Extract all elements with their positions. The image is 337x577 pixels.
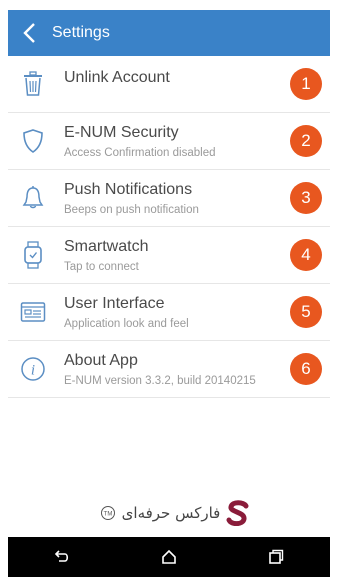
settings-item-push-notifications[interactable]: Push Notifications Beeps on push notific…	[8, 170, 330, 227]
settings-item-about-app[interactable]: i About App E-NUM version 3.3.2, build 2…	[8, 341, 330, 398]
brand-s-icon	[226, 500, 249, 526]
number-badge: 2	[290, 125, 322, 157]
chevron-left-icon	[23, 23, 35, 43]
back-icon	[54, 550, 68, 562]
trademark-icon: TM	[100, 506, 115, 520]
settings-item-user-interface[interactable]: User Interface Application look and feel…	[8, 284, 330, 341]
svg-text:TM: TM	[103, 512, 112, 518]
settings-item-subtitle: Access Confirmation disabled	[64, 146, 216, 159]
watermark-logo: TM فارکس حرفه‌ای	[90, 498, 260, 528]
settings-item-subtitle: Application look and feel	[64, 317, 189, 330]
home-icon	[162, 549, 176, 564]
settings-item-label: Unlink Account	[64, 69, 170, 86]
back-button[interactable]	[8, 10, 52, 56]
number-badge: 4	[290, 239, 322, 271]
number-badge: 5	[290, 296, 322, 328]
settings-item-subtitle: Beeps on push notification	[64, 203, 199, 216]
nav-home-button[interactable]	[149, 537, 189, 577]
settings-item-enum-security[interactable]: E-NUM Security Access Confirmation disab…	[8, 113, 330, 170]
number-badge: 6	[290, 353, 322, 385]
system-nav-bar	[8, 537, 330, 577]
settings-item-label: Push Notifications	[64, 180, 193, 198]
settings-item-subtitle: Tap to connect	[64, 260, 139, 273]
svg-text:i: i	[31, 363, 35, 379]
trash-icon	[8, 56, 58, 112]
nav-recents-button[interactable]	[256, 537, 296, 577]
settings-list: Unlink Account 1 E-NUM Security Access C…	[8, 56, 330, 398]
number-badge: 1	[290, 68, 322, 100]
watermark-text: فارکس حرفه‌ای	[121, 504, 221, 522]
shield-icon	[8, 113, 58, 169]
window-icon	[8, 284, 58, 340]
settings-item-label: User Interface	[64, 294, 165, 312]
settings-item-subtitle: E-NUM version 3.3.2, build 20140215	[64, 374, 256, 387]
nav-back-button[interactable]	[42, 537, 82, 577]
recents-icon	[269, 549, 284, 564]
settings-item-label: Smartwatch	[64, 237, 149, 255]
settings-item-unlink-account[interactable]: Unlink Account 1	[8, 56, 330, 113]
app-bar: Settings	[8, 10, 330, 56]
number-badge: 3	[290, 182, 322, 214]
settings-item-label: About App	[64, 351, 138, 369]
info-icon: i	[8, 341, 58, 397]
bell-icon	[8, 170, 58, 226]
settings-item-smartwatch[interactable]: Smartwatch Tap to connect 4	[8, 227, 330, 284]
phone-screen: Settings Unlink Account 1 E-NUM Security…	[0, 0, 337, 577]
smartwatch-icon	[8, 227, 58, 283]
page-title: Settings	[52, 24, 110, 41]
settings-item-label: E-NUM Security	[64, 123, 179, 141]
